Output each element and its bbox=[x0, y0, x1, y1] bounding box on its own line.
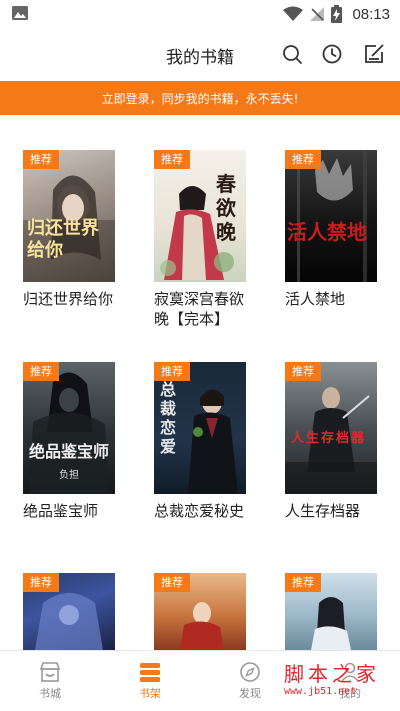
book-card[interactable]: 活人禁地 推荐 活人禁地 bbox=[285, 150, 377, 309]
site-watermark: 脚本之家 www.jb51.net bbox=[262, 658, 392, 704]
cover-title: 绝品鉴宝师 bbox=[29, 442, 110, 461]
nav-item-bookshelf[interactable]: 书架 bbox=[110, 651, 190, 711]
book-card[interactable]: 绝品鉴宝师 负担 推荐 绝品鉴宝师 bbox=[23, 362, 115, 521]
book-card[interactable]: 人生存档器 推荐 人生存档器 bbox=[285, 362, 377, 521]
book-title[interactable]: 归还世界给你 bbox=[23, 289, 127, 309]
book-card[interactable]: 推荐 bbox=[23, 573, 115, 650]
search-icon[interactable] bbox=[281, 43, 303, 65]
book-card[interactable]: 总裁恋爱 推荐 总裁恋爱秘史 bbox=[154, 362, 246, 521]
recommend-badge: 推荐 bbox=[285, 573, 321, 592]
book-cover[interactable]: 总裁恋爱 推荐 bbox=[154, 362, 246, 494]
status-bar: 08:13 bbox=[0, 0, 400, 28]
cover-art bbox=[297, 150, 367, 282]
book-card[interactable]: 归还世界给你 推荐 归还世界给你 bbox=[23, 150, 115, 309]
cover-title: 活人禁地 bbox=[287, 220, 367, 244]
clock-time: 08:13 bbox=[352, 5, 390, 23]
book-card[interactable]: 推荐 bbox=[285, 573, 377, 650]
recommend-badge: 推荐 bbox=[154, 573, 190, 592]
recommend-badge: 推荐 bbox=[154, 150, 190, 169]
book-cover[interactable]: 绝品鉴宝师 负担 推荐 bbox=[23, 362, 115, 494]
wifi-icon bbox=[283, 6, 304, 21]
recommend-badge: 推荐 bbox=[23, 573, 59, 592]
cover-art bbox=[23, 175, 115, 282]
book-cover[interactable]: 归还世界给你 推荐 bbox=[23, 150, 115, 282]
store-icon bbox=[39, 662, 61, 682]
top-app-bar: 我的书籍 bbox=[0, 28, 400, 80]
book-title[interactable]: 绝品鉴宝师 bbox=[23, 501, 127, 521]
recommend-badge: 推荐 bbox=[285, 150, 321, 169]
watermark-url: www.jb51.net bbox=[284, 686, 357, 697]
cover-art bbox=[285, 387, 377, 494]
cover-title: 归还世界给你 bbox=[27, 218, 99, 261]
login-sync-banner[interactable]: 立即登录，同步我的书籍，永不丢失! bbox=[0, 81, 400, 115]
cover-title: 总裁恋爱 bbox=[160, 380, 177, 456]
no-signal-icon bbox=[310, 7, 325, 21]
book-cover[interactable]: 推荐 bbox=[154, 573, 246, 650]
cover-title: 春欲晚 bbox=[216, 172, 236, 244]
history-clock-icon[interactable] bbox=[321, 43, 343, 65]
book-title[interactable]: 寂寞深宫春欲晚【完本】 bbox=[154, 289, 258, 329]
nav-label: 书架 bbox=[139, 687, 161, 700]
nav-item-bookstore[interactable]: 书城 bbox=[10, 651, 90, 711]
cover-author: 负担 bbox=[59, 470, 79, 481]
recommend-badge: 推荐 bbox=[23, 362, 59, 381]
book-card[interactable]: 春欲晚 推荐 寂寞深宫春欲晚【完本】 bbox=[154, 150, 246, 329]
battery-charging-icon bbox=[331, 5, 343, 23]
book-cover[interactable]: 推荐 bbox=[23, 573, 115, 650]
gallery-notification-icon bbox=[12, 6, 28, 20]
book-cover[interactable]: 推荐 bbox=[285, 573, 377, 650]
book-cover[interactable]: 人生存档器 推荐 bbox=[285, 362, 377, 494]
recommend-badge: 推荐 bbox=[285, 362, 321, 381]
nav-label: 书城 bbox=[39, 687, 61, 700]
edit-icon[interactable] bbox=[363, 43, 385, 65]
recommend-badge: 推荐 bbox=[154, 362, 190, 381]
cover-title: 人生存档器 bbox=[291, 431, 367, 446]
book-title[interactable]: 活人禁地 bbox=[285, 289, 389, 309]
book-card[interactable]: 推荐 bbox=[154, 573, 246, 650]
book-title[interactable]: 总裁恋爱秘史 bbox=[154, 501, 258, 521]
recommend-badge: 推荐 bbox=[23, 150, 59, 169]
book-title[interactable]: 人生存档器 bbox=[285, 501, 389, 521]
bookshelf-icon bbox=[140, 663, 160, 682]
watermark-title: 脚本之家 bbox=[284, 662, 380, 686]
compass-icon bbox=[240, 662, 260, 682]
book-cover[interactable]: 活人禁地 推荐 bbox=[285, 150, 377, 282]
book-cover[interactable]: 春欲晚 推荐 bbox=[154, 150, 246, 282]
login-banner-text: 立即登录，同步我的书籍，永不丢失! bbox=[101, 91, 299, 106]
